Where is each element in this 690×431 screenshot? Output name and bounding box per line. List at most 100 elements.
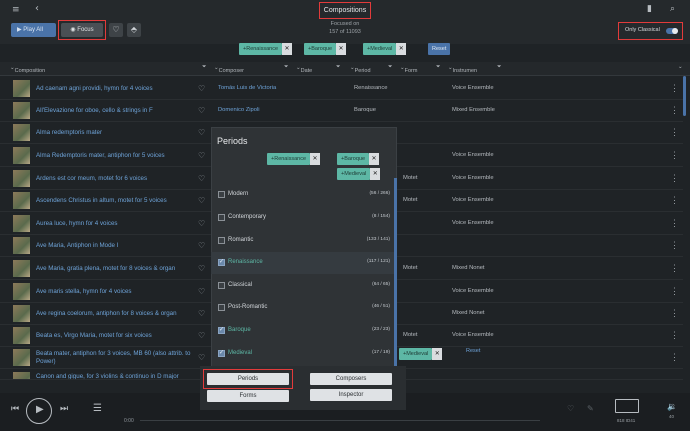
more-icon[interactable]: ⋮ (670, 352, 679, 363)
bottom-chip-medieval[interactable]: + Medieval ✕ (399, 348, 443, 360)
favorite-icon[interactable]: ♡ (109, 23, 123, 37)
panel-scrollbar[interactable] (394, 178, 397, 368)
composition-title[interactable]: Canon and gigue, for 3 violins & continu… (36, 373, 179, 379)
back-icon[interactable]: ‹ (35, 4, 39, 14)
checkbox[interactable] (218, 304, 225, 311)
period-option-romantic[interactable]: Romantic (133 / 141) (211, 230, 394, 252)
close-icon[interactable]: ✕ (369, 153, 380, 165)
close-icon[interactable]: ✕ (396, 43, 407, 55)
composers-button[interactable]: Composers (310, 373, 392, 385)
table-row[interactable]: All'Elevazione for oboe, cello & strings… (0, 100, 683, 122)
checkbox[interactable] (218, 282, 225, 289)
more-icon[interactable]: ⋮ (670, 83, 679, 94)
close-icon[interactable]: ✕ (370, 168, 381, 180)
heart-icon[interactable]: ♡ (198, 331, 205, 340)
more-icon[interactable]: ⋮ (670, 263, 679, 274)
composer-link[interactable]: Tomás Luis de Victoria (218, 85, 276, 91)
column-period[interactable]: ⌄ Period (350, 65, 371, 74)
heart-icon[interactable]: ♡ (198, 106, 205, 115)
filter-icon[interactable]: ⏷ (436, 64, 440, 71)
composition-title[interactable]: Ave Maria, gratia plena, motet for 8 voi… (36, 265, 175, 272)
filter-icon[interactable]: ⏷ (284, 64, 288, 71)
period-option-baroque[interactable]: Baroque (23 / 23) (211, 320, 394, 342)
filter-icon[interactable]: ⏷ (497, 64, 501, 71)
composition-title[interactable]: Alma Redemptoris mater, antiphon for 5 v… (36, 152, 165, 159)
list-scrollbar[interactable] (683, 76, 686, 116)
composition-title[interactable]: All'Elevazione for oboe, cello & strings… (36, 107, 153, 114)
period-option-modern[interactable]: Modern (56 / 266) (211, 184, 394, 206)
composition-title[interactable]: Beata mater, antiphon for 3 voices, MB 6… (36, 350, 206, 366)
composition-title[interactable]: Ad caenam agni providi, hymn for 4 voice… (36, 85, 153, 92)
more-icon[interactable]: ⋮ (670, 195, 679, 206)
panel-chip-medieval[interactable]: + Medieval ✕ (337, 168, 381, 180)
table-row[interactable]: Ad caenam agni providi, hymn for 4 voice… (0, 78, 683, 100)
more-icon[interactable]: ⋮ (670, 150, 679, 161)
composition-title[interactable]: Ardens est cor meum, motet for 6 voices (36, 175, 147, 182)
heart-icon[interactable]: ♡ (198, 174, 205, 183)
composer-link[interactable]: Domenico Zipoli (218, 107, 260, 113)
progress-bar[interactable] (140, 420, 540, 421)
period-option-classical[interactable]: Classical (64 / 65) (211, 275, 394, 297)
next-icon[interactable]: ⏭ (60, 405, 68, 414)
close-icon[interactable]: ✕ (310, 153, 321, 165)
reset-filters-button[interactable]: Reset (428, 43, 451, 55)
periods-button[interactable]: Periods (207, 373, 289, 385)
filter-chip-baroque[interactable]: + Baroque ✕ (304, 43, 347, 55)
heart-icon[interactable]: ♡ (198, 241, 205, 250)
period-option-medieval[interactable]: Medieval (17 / 19) (211, 343, 394, 365)
composition-title[interactable]: Ave regina coelorum, antiphon for 8 voic… (36, 310, 177, 317)
more-icon[interactable]: ⋮ (670, 330, 679, 341)
close-icon[interactable]: ✕ (432, 348, 443, 360)
toggle-switch[interactable] (666, 28, 678, 34)
play-button[interactable]: ▶ (26, 398, 52, 424)
column-form[interactable]: ⌄ Form (400, 65, 417, 74)
more-icon[interactable]: ⋮ (670, 240, 679, 251)
edit-icon[interactable]: ✎ (587, 405, 594, 413)
chevron-down-icon[interactable]: ⌄ (678, 64, 683, 71)
checkbox[interactable] (218, 214, 225, 221)
more-icon[interactable]: ⋮ (670, 308, 679, 319)
heart-icon[interactable]: ♡ (198, 264, 205, 273)
checkbox[interactable] (218, 349, 225, 357)
composition-title[interactable]: Beata es, Virgo Maria, motet for six voi… (36, 332, 152, 339)
device-icon[interactable] (615, 399, 639, 413)
volume-icon[interactable]: 🔉 (667, 403, 677, 411)
panel-chip-baroque[interactable]: + Baroque ✕ (337, 153, 380, 165)
composition-title[interactable]: Ascendens Christus in altum, motet for 5… (36, 197, 167, 204)
composition-title[interactable]: Alma redemptoris mater (36, 129, 102, 136)
panel-chip-renaissance[interactable]: + Renaissance ✕ (267, 153, 321, 165)
bookmark-icon[interactable]: ▮ (647, 5, 652, 14)
more-icon[interactable]: ⋮ (670, 105, 679, 116)
bottom-reset-link[interactable]: Reset (466, 348, 480, 354)
play-all-button[interactable]: ▶ Play All (11, 23, 56, 37)
heart-icon[interactable]: ♡ (198, 151, 205, 160)
close-icon[interactable]: ✕ (282, 43, 293, 55)
only-classical-toggle[interactable]: Only Classical (618, 22, 683, 40)
heart-icon[interactable]: ♡ (198, 287, 205, 296)
period-option-contemporary[interactable]: Contemporary (8 / 154) (211, 207, 394, 229)
column-composition[interactable]: ⌄ Composition (10, 65, 45, 74)
focus-button[interactable]: ◉ Focus (58, 20, 106, 40)
checkbox[interactable] (218, 191, 225, 198)
more-icon[interactable]: ⋮ (670, 218, 679, 229)
forms-button[interactable]: Forms (207, 390, 289, 402)
column-date[interactable]: ⌄ Date (296, 65, 312, 74)
column-instrument[interactable]: ⌄ Instrumen (448, 65, 477, 74)
period-option-post-romantic[interactable]: Post-Romantic (46 / 51) (211, 297, 394, 319)
checkbox[interactable] (218, 237, 225, 244)
filter-icon[interactable]: ⏷ (336, 64, 340, 71)
search-icon[interactable]: ⌕ (670, 5, 675, 14)
filter-chip-renaissance[interactable]: + Renaissance ✕ (239, 43, 293, 55)
heart-icon[interactable]: ♡ (198, 196, 205, 205)
close-icon[interactable]: ✕ (336, 43, 347, 55)
filter-chip-medieval[interactable]: + Medieval ✕ (363, 43, 407, 55)
menu-icon[interactable]: ≡ (12, 6, 20, 15)
heart-icon[interactable]: ♡ (198, 219, 205, 228)
queue-icon[interactable]: ☰ (93, 404, 102, 414)
composition-title[interactable]: Ave Maria, Antiphon in Mode I (36, 242, 118, 249)
heart-icon[interactable]: ♡ (198, 353, 205, 362)
heart-icon[interactable]: ♡ (198, 84, 205, 93)
heart-icon[interactable]: ♡ (567, 405, 574, 413)
column-composer[interactable]: ⌄ Composer (214, 65, 244, 74)
more-icon[interactable]: ⋮ (670, 286, 679, 297)
